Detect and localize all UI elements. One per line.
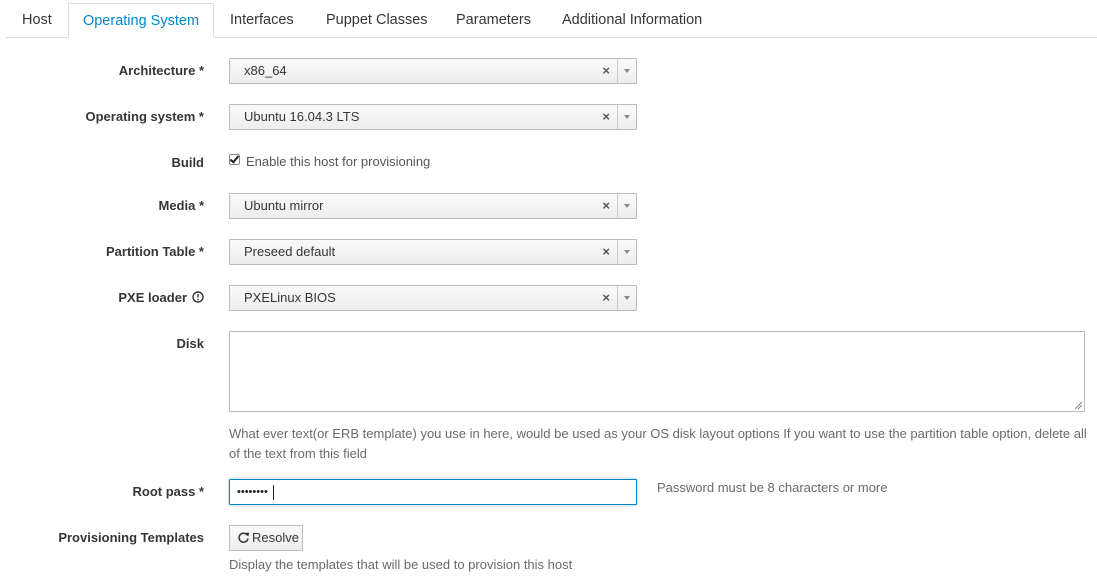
chevron-down-icon	[624, 296, 630, 300]
resolve-button[interactable]: Resolve	[229, 525, 303, 551]
tab-puppet-classes[interactable]: Puppet Classes	[326, 3, 428, 37]
chevron-down-icon	[624, 115, 630, 119]
chevron-down-icon	[624, 250, 630, 254]
root-pass-label: Root pass *	[132, 484, 204, 499]
resize-handle-icon[interactable]	[1075, 402, 1082, 409]
clear-icon[interactable]: ×	[602, 105, 610, 129]
dropdown-toggle[interactable]	[617, 59, 636, 83]
tab-additional-information[interactable]: Additional Information	[562, 3, 702, 37]
architecture-label: Architecture *	[118, 63, 204, 78]
media-value: Ubuntu mirror	[244, 198, 324, 213]
tab-parameters[interactable]: Parameters	[456, 3, 531, 37]
provisioning-templates-label: Provisioning Templates	[58, 530, 204, 545]
clear-icon[interactable]: ×	[602, 194, 610, 218]
partition-table-select[interactable]: Preseed default ×	[229, 239, 637, 265]
clear-icon[interactable]: ×	[602, 59, 610, 83]
password-mask: ••••••••	[237, 486, 268, 498]
operating-system-value: Ubuntu 16.04.3 LTS	[244, 109, 360, 124]
partition-table-label: Partition Table *	[106, 244, 204, 259]
build-checkbox[interactable]	[229, 154, 240, 165]
dropdown-toggle[interactable]	[617, 105, 636, 129]
info-icon[interactable]	[192, 291, 204, 303]
build-checkbox-label[interactable]: Enable this host for provisioning	[246, 154, 430, 169]
architecture-value: x86_64	[244, 63, 287, 78]
media-label: Media *	[158, 198, 204, 213]
chevron-down-icon	[624, 204, 630, 208]
root-pass-help-text: Password must be 8 characters or more	[657, 480, 888, 495]
pxe-loader-select[interactable]: PXELinux BIOS ×	[229, 285, 637, 311]
dropdown-toggle[interactable]	[617, 240, 636, 264]
tab-operating-system[interactable]: Operating System	[68, 3, 214, 38]
dropdown-toggle[interactable]	[617, 286, 636, 310]
root-pass-input[interactable]: ••••••••	[229, 479, 637, 505]
partition-table-value: Preseed default	[244, 244, 336, 259]
refresh-icon	[238, 532, 249, 543]
operating-system-select[interactable]: Ubuntu 16.04.3 LTS ×	[229, 104, 637, 130]
clear-icon[interactable]: ×	[602, 240, 610, 264]
provisioning-templates-help-text: Display the templates that will be used …	[229, 557, 573, 572]
tab-host[interactable]: Host	[22, 3, 52, 37]
text-cursor	[273, 485, 274, 500]
chevron-down-icon	[624, 69, 630, 73]
architecture-select[interactable]: x86_64 ×	[229, 58, 637, 84]
disk-textarea[interactable]	[229, 331, 1085, 412]
tab-interfaces[interactable]: Interfaces	[230, 3, 294, 37]
media-select[interactable]: Ubuntu mirror ×	[229, 193, 637, 219]
tab-bar: Host Operating System Interfaces Puppet …	[6, 0, 1097, 38]
resolve-button-label: Resolve	[252, 530, 299, 545]
dropdown-toggle[interactable]	[617, 194, 636, 218]
disk-help-text: What ever text(or ERB template) you use …	[229, 426, 1087, 461]
clear-icon[interactable]: ×	[602, 286, 610, 310]
pxe-loader-label: PXE loader	[118, 290, 187, 305]
disk-label: Disk	[176, 336, 204, 351]
build-label: Build	[171, 155, 205, 170]
pxe-loader-value: PXELinux BIOS	[244, 290, 336, 305]
operating-system-label: Operating system *	[85, 109, 205, 124]
